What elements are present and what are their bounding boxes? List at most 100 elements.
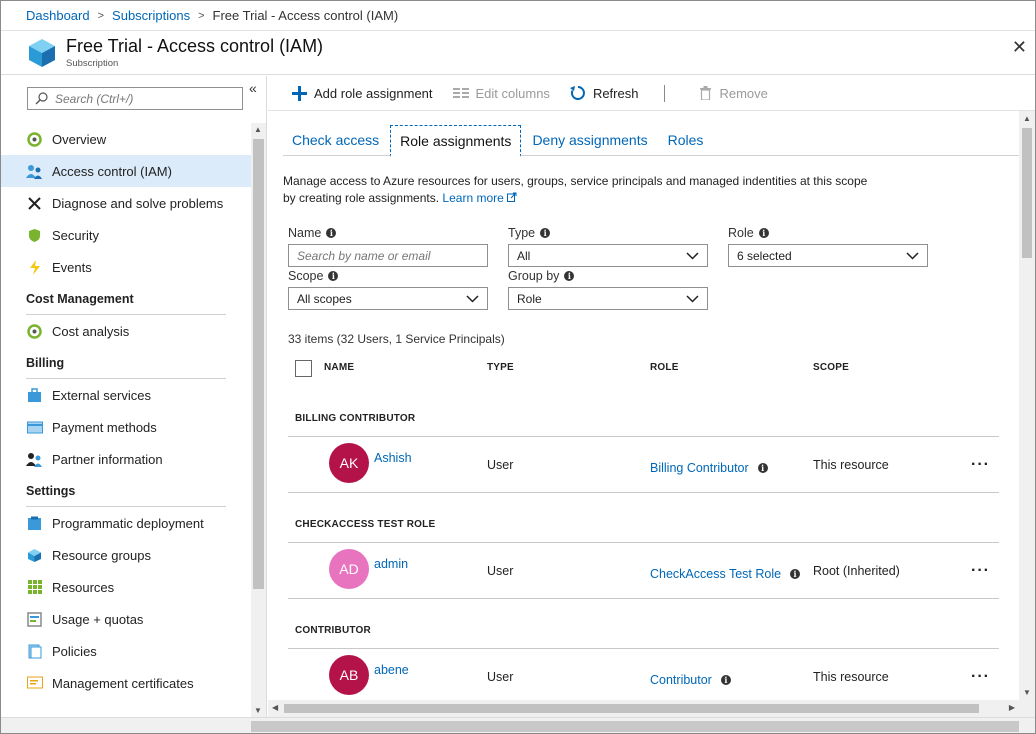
column-header-name[interactable]: NAME [324, 362, 354, 373]
role-link-label: Billing Contributor [650, 461, 749, 475]
sidebar-item-management-certificates[interactable]: Management certificates [1, 667, 251, 699]
breadcrumb-dashboard[interactable]: Dashboard [26, 8, 90, 23]
remove-button[interactable]: Remove [699, 86, 768, 101]
sidebar-item-usage-quotas[interactable]: Usage + quotas [1, 603, 251, 635]
sidebar-item-programmatic-deployment[interactable]: Programmatic deployment [1, 507, 251, 539]
info-icon[interactable]: i [540, 228, 551, 238]
sidebar-item-overview[interactable]: Overview [1, 123, 251, 155]
scroll-right-arrow-icon[interactable]: ▶ [1009, 703, 1015, 712]
row-divider [288, 542, 999, 543]
items-count: 33 items (32 Users, 1 Service Principals… [288, 332, 505, 346]
edit-columns-label: Edit columns [475, 85, 550, 101]
name-filter-label-text: Name [288, 226, 322, 240]
more-options-icon[interactable]: ··· [971, 562, 990, 580]
column-header-type[interactable]: TYPE [487, 362, 514, 373]
edit-columns-button[interactable]: Edit columns [452, 85, 550, 101]
info-icon[interactable]: i [758, 228, 769, 238]
bag-icon [26, 387, 43, 404]
sidebar-item-payment-methods[interactable]: Payment methods [1, 411, 251, 443]
sidebar-item-partner-information[interactable]: Partner information [1, 443, 251, 475]
sidebar-item-diagnose[interactable]: Diagnose and solve problems [1, 187, 251, 219]
role-link[interactable]: CheckAccess Test Role i [650, 567, 801, 581]
groupby-dropdown[interactable]: Role [508, 287, 708, 310]
horizontal-scroll-thumb[interactable] [284, 704, 979, 713]
sidebar: « Search (Ctrl+/) Overview Access contro… [1, 76, 267, 717]
column-header-scope[interactable]: SCOPE [813, 362, 849, 373]
tab-roles[interactable]: Roles [659, 124, 713, 156]
sidebar-item-policies[interactable]: Policies [1, 635, 251, 667]
breadcrumb-subscriptions[interactable]: Subscriptions [112, 8, 190, 23]
scroll-down-arrow-icon[interactable]: ▼ [1023, 688, 1031, 697]
sidebar-item-label: Management certificates [52, 675, 194, 691]
info-icon[interactable]: i [790, 569, 801, 579]
plus-icon [292, 85, 307, 101]
cube-icon [26, 547, 43, 564]
info-icon[interactable]: i [564, 271, 575, 281]
sidebar-item-resources[interactable]: Resources [1, 571, 251, 603]
role-link[interactable]: Contributor i [650, 673, 731, 687]
info-icon[interactable]: i [328, 271, 339, 281]
scroll-up-arrow-icon[interactable]: ▲ [1023, 114, 1031, 123]
sidebar-scrollbar[interactable]: ▲ ▼ [251, 123, 266, 717]
tab-check-access[interactable]: Check access [283, 124, 388, 156]
sidebar-item-external-services[interactable]: External services [1, 379, 251, 411]
sidebar-item-events[interactable]: Events [1, 251, 251, 283]
page-scroll-thumb[interactable] [251, 721, 1019, 732]
sidebar-search-input[interactable]: Search (Ctrl+/) [27, 87, 243, 110]
shield-icon [26, 227, 43, 244]
sidebar-item-access-control[interactable]: Access control (IAM) [1, 155, 251, 187]
scope-dropdown[interactable]: All scopes [288, 287, 488, 310]
sidebar-section-billing: Billing [1, 347, 251, 379]
refresh-label: Refresh [592, 85, 639, 101]
chevron-down-icon [686, 295, 699, 303]
avatar: AK [329, 443, 369, 483]
role-link[interactable]: Billing Contributor i [650, 461, 768, 475]
scroll-left-arrow-icon[interactable]: ◀ [272, 703, 278, 712]
refresh-button[interactable]: Refresh [569, 85, 639, 101]
group-header[interactable]: CHECKACCESS TEST ROLE [295, 519, 435, 530]
sidebar-item-label: Overview [52, 131, 107, 147]
tab-deny-assignments[interactable]: Deny assignments [523, 124, 656, 156]
chevron-down-icon [686, 252, 699, 260]
sidebar-scroll-thumb[interactable] [253, 139, 264, 589]
info-icon[interactable]: i [326, 228, 337, 238]
tab-role-assignments[interactable]: Role assignments [390, 125, 522, 157]
user-name-link[interactable]: abene [374, 663, 409, 677]
learn-more-link[interactable]: Learn more [442, 191, 517, 205]
page-horizontal-scrollbar[interactable] [1, 717, 1035, 733]
more-options-icon[interactable]: ··· [971, 668, 990, 686]
sidebar-item-label: Diagnose and solve problems [52, 195, 224, 211]
people-icon [26, 163, 43, 180]
content-horizontal-scrollbar[interactable]: ◀ ▶ [268, 700, 1019, 717]
sidebar-section-cost-management: Cost Management [1, 283, 251, 315]
scroll-down-arrow-icon[interactable]: ▼ [254, 706, 262, 715]
more-options-icon[interactable]: ··· [971, 456, 990, 474]
sidebar-item-security[interactable]: Security [1, 219, 251, 251]
role-dropdown[interactable]: 6 selected [728, 244, 928, 267]
select-all-checkbox[interactable] [295, 360, 312, 377]
info-icon[interactable]: i [757, 463, 768, 473]
close-icon[interactable]: ✕ [1012, 37, 1027, 58]
group-header[interactable]: CONTRIBUTOR [295, 625, 371, 636]
content-scroll-thumb[interactable] [1022, 128, 1032, 258]
sidebar-item-cost-analysis[interactable]: Cost analysis [1, 315, 251, 347]
user-name-link[interactable]: Ashish [374, 451, 412, 465]
user-name-link[interactable]: admin [374, 557, 408, 571]
scroll-up-arrow-icon[interactable]: ▲ [254, 125, 262, 134]
type-dropdown[interactable]: All [508, 244, 708, 267]
content-vertical-scrollbar[interactable]: ▲ ▼ [1019, 111, 1035, 717]
subscription-cube-icon [29, 39, 55, 67]
column-header-role[interactable]: ROLE [650, 362, 679, 373]
row-divider [288, 436, 999, 437]
sidebar-item-resource-groups[interactable]: Resource groups [1, 539, 251, 571]
avatar: AB [329, 655, 369, 695]
scope-filter-label: Scope i [288, 269, 339, 283]
page-title: Free Trial - Access control (IAM) [66, 36, 324, 56]
collapse-sidebar-icon[interactable]: « [249, 80, 257, 96]
info-icon[interactable]: i [720, 675, 731, 685]
sidebar-search-placeholder: Search (Ctrl+/) [55, 91, 134, 106]
breadcrumb-separator: > [198, 9, 205, 22]
add-role-assignment-button[interactable]: Add role assignment [292, 85, 433, 101]
name-search-input[interactable]: Search by name or email [288, 244, 488, 267]
group-header[interactable]: BILLING CONTRIBUTOR [295, 413, 415, 424]
